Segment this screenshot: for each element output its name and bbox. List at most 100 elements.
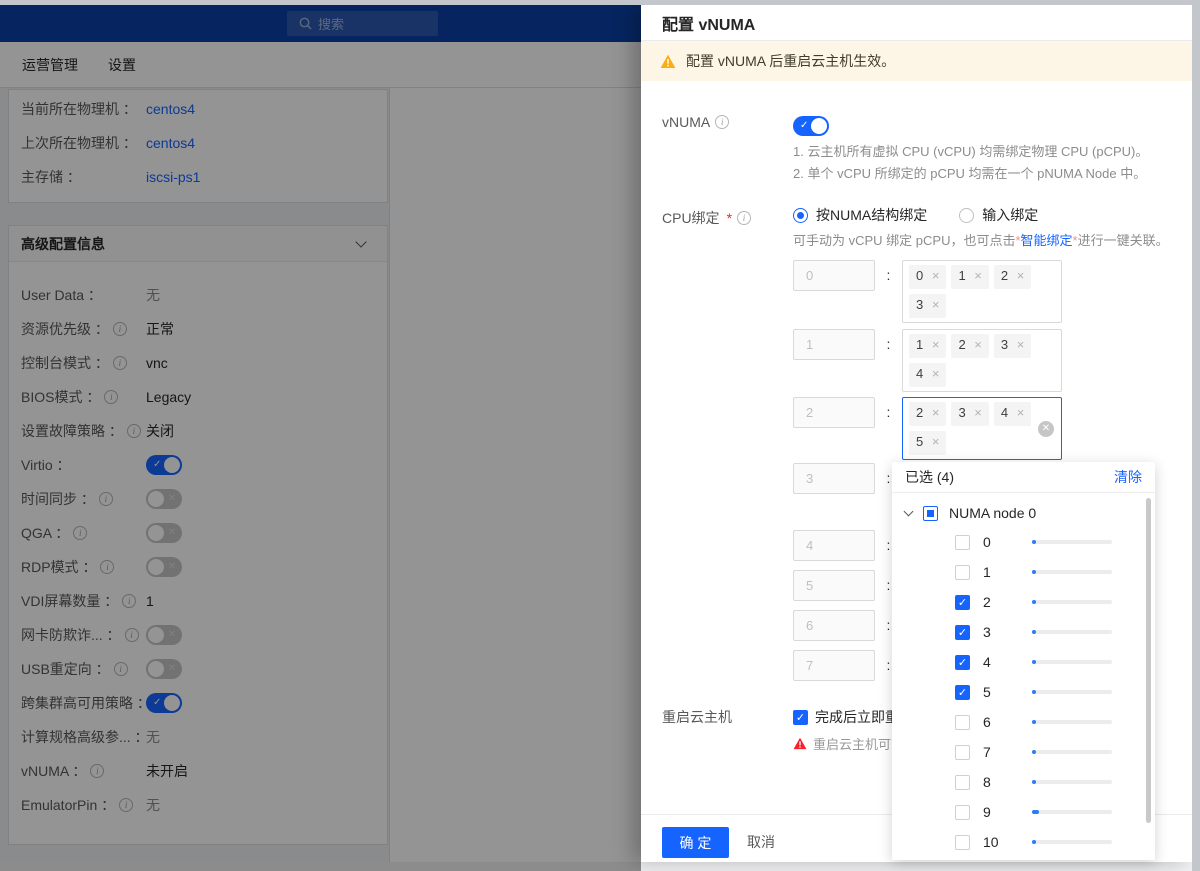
configure-vnuma-dialog: 配置 vNUMA 配置 vNUMA 后重启云主机生效。 vNUMA i ✓ 1.…: [641, 5, 1192, 862]
pcpu-tags-box[interactable]: 0 × 1 × 2 × 3 ×: [902, 260, 1062, 323]
pcpu-tags-box[interactable]: 2 × 3 × 4 × 5 × ✕: [902, 397, 1062, 460]
pcpu-option-checkbox[interactable]: ✓: [955, 684, 970, 700]
remove-tag-icon[interactable]: ×: [932, 366, 940, 381]
restart-risk-alert: 重启云主机可能: [793, 734, 904, 753]
radio-input-bind-label[interactable]: 输入绑定: [982, 205, 1038, 225]
remove-tag-icon[interactable]: ×: [932, 297, 940, 312]
cpu-usage-fill: [1032, 750, 1036, 754]
pcpu-option-row[interactable]: 7: [892, 737, 1155, 767]
dropdown-scrollbar[interactable]: [1146, 498, 1151, 823]
cpu-usage-bar: [1032, 540, 1112, 544]
bind-colon: :: [886, 404, 891, 420]
remove-tag-icon[interactable]: ×: [932, 337, 940, 352]
vnuma-notes: 1. 云主机所有虚拟 CPU (vCPU) 均需绑定物理 CPU (pCPU)。…: [793, 144, 1149, 181]
pcpu-tag[interactable]: 3 ×: [951, 402, 989, 426]
pcpu-tag[interactable]: 1 ×: [951, 265, 989, 289]
cancel-button[interactable]: 取消: [747, 827, 775, 858]
vcpu-index-input[interactable]: [793, 260, 875, 291]
cpu-usage-fill: [1032, 570, 1036, 574]
pcpu-tag[interactable]: 4 ×: [993, 402, 1032, 426]
ok-button[interactable]: 确 定: [662, 827, 729, 858]
radio-numa-structure-label[interactable]: 按NUMA结构绑定: [816, 205, 927, 225]
pcpu-tag[interactable]: 0 ×: [909, 265, 947, 289]
pcpu-option-row[interactable]: 0: [892, 527, 1155, 557]
pcpu-option-row[interactable]: ✓ 2: [892, 587, 1155, 617]
smart-bind-hint: 可手动为 vCPU 绑定 pCPU，也可点击*智能绑定*进行一键关联。: [793, 233, 1169, 248]
remove-tag-icon[interactable]: ×: [1017, 337, 1025, 352]
pcpu-option-row[interactable]: ✓ 4: [892, 647, 1155, 677]
danger-triangle-icon: [793, 737, 807, 750]
restart-now-checkbox[interactable]: ✓: [793, 709, 808, 725]
pcpu-option-row[interactable]: 1: [892, 557, 1155, 587]
cpu-usage-bar: [1032, 780, 1112, 784]
remove-tag-icon[interactable]: ×: [932, 405, 940, 420]
vcpu-index-input[interactable]: [793, 397, 875, 428]
dropdown-header: 已选 (4) 清除: [892, 462, 1155, 493]
remove-tag-icon[interactable]: ×: [1017, 405, 1025, 420]
vertical-scrollbar[interactable]: [1192, 0, 1200, 871]
remove-tag-icon[interactable]: ×: [932, 268, 940, 283]
vnuma-toggle[interactable]: ✓: [793, 116, 829, 136]
pcpu-option-checkbox[interactable]: [955, 564, 970, 580]
remove-tag-icon[interactable]: ×: [974, 405, 982, 420]
pcpu-option-checkbox[interactable]: [955, 804, 970, 820]
pcpu-tag[interactable]: 1 ×: [909, 334, 947, 358]
pcpu-tag[interactable]: 2 ×: [993, 265, 1032, 289]
remove-tag-icon[interactable]: ×: [1017, 268, 1025, 283]
pcpu-option-row[interactable]: ✓ 3: [892, 617, 1155, 647]
pcpu-option-checkbox[interactable]: ✓: [955, 654, 970, 670]
vcpu-index-input[interactable]: [793, 570, 875, 601]
pcpu-option-label: 5: [983, 684, 991, 700]
warning-banner: 配置 vNUMA 后重启云主机生效。: [641, 41, 1192, 81]
pcpu-option-label: 3: [983, 624, 991, 640]
modal-backdrop[interactable]: [0, 0, 641, 871]
pcpu-tag[interactable]: 4 ×: [909, 363, 947, 387]
vcpu-index-input[interactable]: [793, 610, 875, 641]
pcpu-option-row[interactable]: 9: [892, 797, 1155, 827]
pcpu-option-label: 10: [983, 834, 999, 850]
radio-numa-structure[interactable]: [793, 207, 808, 223]
pcpu-tag[interactable]: 2 ×: [951, 334, 989, 358]
pcpu-option-checkbox[interactable]: ✓: [955, 624, 970, 640]
pcpu-tag[interactable]: 3 ×: [993, 334, 1032, 358]
clear-selection-link[interactable]: 清除: [1114, 467, 1142, 487]
numa-node-group-row[interactable]: NUMA node 0: [892, 499, 1155, 527]
pcpu-option-checkbox[interactable]: [955, 714, 970, 730]
pcpu-option-row[interactable]: 6: [892, 707, 1155, 737]
numa-node-indeterminate-checkbox[interactable]: [923, 505, 938, 521]
pcpu-option-checkbox[interactable]: [955, 774, 970, 790]
vcpu-bind-row: : 0 ×1 ×2 × 3 ×: [793, 260, 1062, 323]
remove-tag-icon[interactable]: ×: [974, 337, 982, 352]
pcpu-option-checkbox[interactable]: [955, 534, 970, 550]
remove-tag-icon[interactable]: ×: [932, 434, 940, 449]
info-icon[interactable]: i: [737, 211, 752, 225]
required-asterisk: *: [726, 210, 733, 226]
cpu-usage-bar: [1032, 570, 1112, 574]
pcpu-tag[interactable]: 5 ×: [909, 431, 947, 455]
pcpu-tag[interactable]: 3 ×: [909, 294, 947, 318]
pcpu-option-label: 2: [983, 594, 991, 610]
restart-field-label: 重启云主机: [662, 709, 732, 725]
radio-input-bind[interactable]: [959, 207, 975, 223]
pcpu-option-row[interactable]: ✓ 5: [892, 677, 1155, 707]
info-icon[interactable]: i: [715, 115, 730, 129]
vcpu-index-input[interactable]: [793, 530, 875, 561]
pcpu-option-row[interactable]: 10: [892, 827, 1155, 857]
chevron-down-icon[interactable]: [903, 506, 914, 517]
pcpu-option-row[interactable]: 8: [892, 767, 1155, 797]
smart-bind-link[interactable]: 智能绑定: [1021, 233, 1073, 248]
pcpu-option-checkbox[interactable]: [955, 744, 970, 760]
cpu-usage-fill: [1032, 690, 1036, 694]
screen: 搜索 运营管理 设置 当前所在物理机 ： centos4 上次所在物理机 ： cent…: [0, 0, 1200, 871]
vcpu-index-input[interactable]: [793, 463, 875, 494]
pcpu-option-checkbox[interactable]: [955, 834, 970, 850]
pcpu-option-checkbox[interactable]: ✓: [955, 594, 970, 610]
vnuma-field-label: vNUMA i: [662, 114, 730, 130]
vcpu-index-input[interactable]: [793, 650, 875, 681]
remove-tag-icon[interactable]: ×: [974, 268, 982, 283]
vcpu-bind-row: : 2 ×3 ×4 × 5 × ✕: [793, 397, 1062, 460]
clear-all-icon[interactable]: ✕: [1038, 420, 1054, 437]
pcpu-tags-box[interactable]: 1 × 2 × 3 × 4 ×: [902, 329, 1062, 392]
pcpu-tag[interactable]: 2 ×: [909, 402, 947, 426]
vcpu-index-input[interactable]: [793, 329, 875, 360]
